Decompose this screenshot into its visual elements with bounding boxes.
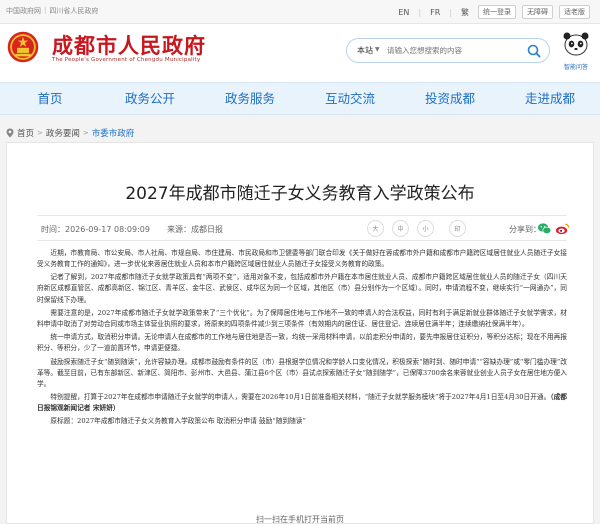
article-paragraph: 记者了解到，2027年成都市随迁子女就学政策具有“两项不变”，适用对象不变，包括…	[37, 273, 567, 304]
article-meta-bar: 时间：2026-09-17 08:09:09 来源：成都日报 大 中 小 印 分…	[37, 215, 570, 241]
nav-item-interaction[interactable]: 互动交流	[300, 83, 400, 114]
weibo-share-icon[interactable]	[555, 221, 570, 236]
article-paragraph-with-byline: 特别提醒，打算于2027年在成都市申请随迁子女就学的申请人，需要在2026年10…	[37, 392, 567, 414]
main-nav: 首页 政务公开 政务服务 互动交流 投资成都 走进成都	[0, 82, 600, 115]
elder-mode-button[interactable]: 适老版	[559, 5, 590, 19]
nav-item-gov-services[interactable]: 政务服务	[200, 83, 300, 114]
search-input[interactable]	[387, 42, 507, 59]
search-icon	[527, 44, 541, 57]
lang-separator: |	[418, 7, 422, 17]
accessibility-button[interactable]: 无障碍	[522, 5, 553, 19]
breadcrumb: 首页 > 政务要闻 > 市委市政府	[6, 127, 134, 139]
nav-item-invest[interactable]: 投资成都	[400, 83, 500, 114]
article-paragraph: 鼓励探索随迁子女“随到随读”，允许容缺办理。成都市鼓励有条件的区（市）县根据学位…	[37, 357, 567, 388]
top-utility-bar: 中国政府网 | 四川省人民政府 EN | FR | 繁 统一登录 无障碍 适老版	[0, 0, 600, 24]
font-large-button[interactable]: 大	[367, 220, 384, 237]
breadcrumb-arrow: >	[37, 129, 43, 137]
smart-qa-label[interactable]: 智能问答	[563, 64, 589, 71]
article-source: 来源：成都日报	[167, 225, 223, 234]
breadcrumb-home[interactable]: 首页	[17, 127, 34, 139]
unified-login-button[interactable]: 统一登录	[478, 5, 516, 19]
nav-item-about-chengdu[interactable]: 走进成都	[500, 83, 600, 114]
font-small-button[interactable]: 小	[417, 220, 434, 237]
breadcrumb-arrow: >	[82, 129, 89, 137]
article-paragraph: 近期，市教育局、市公安局、市人社局、市规自局、市住建局、市民政局和市卫健委等部门…	[37, 249, 567, 269]
chevron-down-icon[interactable]: ▼	[375, 46, 380, 53]
lang-traditional-link[interactable]: 繁	[458, 7, 472, 18]
qr-scan-tip[interactable]: 扫一扫在手机打开当前页	[7, 514, 593, 524]
search-button[interactable]	[523, 40, 545, 61]
lang-separator: |	[449, 7, 452, 17]
print-button[interactable]: 印	[449, 220, 466, 237]
province-gov-link[interactable]: 四川省人民政府	[49, 6, 98, 16]
article-paragraph: 需要注意的是，2027年成都市随迁子女就学政策带来了“三个优化”。为了保障居住地…	[37, 308, 567, 328]
publish-time: 时间：2026-09-17 08:09:09	[41, 225, 150, 234]
topbar-links: 中国政府网 | 四川省人民政府	[6, 6, 98, 16]
search-box: 本站 ▼	[346, 38, 550, 63]
article-panel: 2027年成都市随迁子女义务教育入学政策公布 时间：2026-09-17 08:…	[6, 142, 594, 524]
lang-en-link[interactable]: EN	[395, 8, 412, 17]
wechat-share-icon[interactable]	[537, 221, 552, 236]
article-title: 2027年成都市随迁子女义务教育入学政策公布	[125, 184, 475, 204]
location-pin-icon	[6, 128, 14, 138]
breadcrumb-current[interactable]: 市委市政府	[92, 127, 135, 139]
breadcrumb-news[interactable]: 政务要闻	[46, 127, 80, 139]
article-body: 近期，市教育局、市公安局、市人社局、市规自局、市住建局、市民政局和市卫健委等部门…	[37, 248, 567, 430]
site-subtitle: The People's Government of Chengdu Munic…	[52, 57, 201, 63]
nav-item-gov-affairs-open[interactable]: 政务公开	[100, 83, 200, 114]
font-medium-button[interactable]: 中	[392, 220, 409, 237]
article-paragraph: 特别提醒，打算于2027年在成都市申请随迁子女就学的申请人，需要在2026年10…	[50, 393, 551, 402]
gov-portal-link[interactable]: 中国政府网	[6, 6, 41, 16]
topbar-actions: EN | FR | 繁 统一登录 无障碍 适老版	[395, 5, 590, 19]
national-emblem-icon	[7, 31, 39, 63]
site-title[interactable]: 成都市人民政府	[52, 30, 206, 60]
nav-item-home[interactable]: 首页	[0, 83, 100, 114]
site-header: 成都市人民政府 The People's Government of Cheng…	[0, 24, 600, 82]
search-scope-select[interactable]: 本站	[357, 45, 373, 56]
original-title-line: 原标题：2027年成都市随迁子女义务教育入学政策公布 取消积分申请 鼓励“随到随…	[50, 417, 306, 426]
topbar-separator: |	[44, 6, 47, 14]
article-paragraph: 统一申请方式，取消积分申请。无论申请人在成都市的工作地与居住地是否一致，均统一采…	[37, 333, 567, 353]
lang-fr-link[interactable]: FR	[427, 8, 443, 17]
